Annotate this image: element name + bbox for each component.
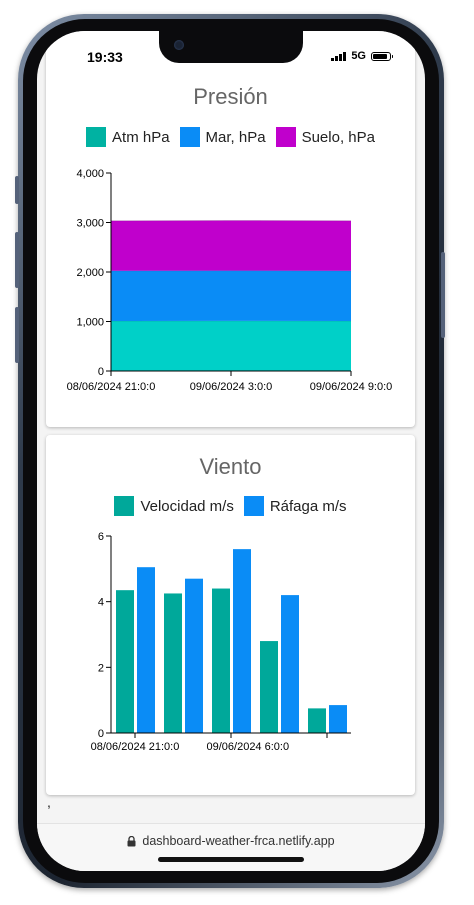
wind-chart: 0 2 4 6 08/06/2024 21:0:0 09/06/2024 6:0:0 [91,531,351,753]
legend-label-mar: Mar, hPa [205,128,266,146]
bar-1-4 [329,705,347,733]
legend-label-suelo: Suelo, hPa [301,128,375,146]
x-tick-label: 09/06/2024 9:0:0 [310,381,393,393]
pressure-legend: Atm hPa Mar, hPa Suelo, hPa [46,127,415,147]
bar-0-0 [116,590,134,733]
volume-down-button [15,307,19,363]
legend-swatch-atm [86,127,107,147]
status-time: 19:33 [87,49,123,65]
network-type: 5G [351,50,366,62]
wind-title: Viento [199,454,262,479]
legend-swatch-suelo [275,127,296,147]
legend-item-suelo[interactable]: Suelo, hPa [275,127,375,147]
x-tick-label: 09/06/2024 6:0:0 [207,741,290,753]
status-icons: 5G [331,50,393,62]
phone-screen: 19:33 5G Presión Atm hPa Mar, hPa Suelo,… [37,31,425,871]
signal-icon [331,51,347,61]
y-tick-label: 4 [98,597,104,609]
browser-url-bar[interactable]: dashboard-weather-frca.netlify.app [37,823,425,871]
bar-0-1 [164,593,182,733]
volume-up-button [15,232,19,288]
x-tick-label: 08/06/2024 21:0:0 [91,741,180,753]
wind-card: Viento Velocidad m/s Ráfaga m/s 0 2 4 6 08/0… [46,435,415,795]
bar-1-2 [233,549,251,733]
bar-0-3 [260,641,278,733]
y-tick-label: 2,000 [76,267,104,279]
bar-0-2 [212,588,230,733]
mute-switch [15,176,19,204]
area-series-0 [111,320,351,371]
wind-legend: Velocidad m/s Ráfaga m/s [46,496,415,516]
legend-label-atm: Atm hPa [112,128,170,146]
power-button [441,252,445,338]
url-text: dashboard-weather-frca.netlify.app [142,834,335,848]
home-indicator[interactable] [158,857,304,862]
legend-label-rafaga: Ráfaga m/s [269,497,347,515]
area-series-1 [111,270,351,322]
bar-1-1 [185,578,203,733]
legend-swatch-mar [179,127,200,147]
legend-item-mar[interactable]: Mar, hPa [179,127,266,147]
pressure-title: Presión [193,84,268,109]
battery-icon [371,51,393,61]
stray-text: , [47,794,51,810]
bar-1-0 [137,567,155,733]
y-tick-label: 4,000 [76,168,104,180]
y-tick-label: 0 [98,366,104,378]
legend-item-atm[interactable]: Atm hPa [86,127,170,147]
y-tick-label: 1,000 [76,317,104,329]
y-tick-label: 3,000 [76,218,104,230]
pressure-card: Presión Atm hPa Mar, hPa Suelo, hPa 0 1,0… [46,31,415,427]
legend-item-velocidad[interactable]: Velocidad m/s [114,496,234,516]
area-series-2 [111,220,351,271]
y-tick-label: 2 [98,662,104,674]
bar-1-3 [281,595,299,733]
legend-swatch-velocidad [114,496,135,516]
lock-icon [127,835,136,846]
legend-label-velocidad: Velocidad m/s [140,497,234,515]
legend-item-rafaga[interactable]: Ráfaga m/s [243,496,347,516]
legend-swatch-rafaga [243,496,264,516]
y-tick-label: 0 [98,728,104,740]
pressure-chart: 0 1,000 2,000 3,000 4,000 08/06/2024 21:0:0 09… [67,168,393,393]
camera-icon [174,40,184,50]
y-tick-label: 6 [98,531,104,543]
x-tick-label: 08/06/2024 21:0:0 [67,381,156,393]
url-display[interactable]: dashboard-weather-frca.netlify.app [37,834,425,848]
bar-0-4 [308,708,326,733]
x-tick-label: 09/06/2024 3:0:0 [190,381,273,393]
